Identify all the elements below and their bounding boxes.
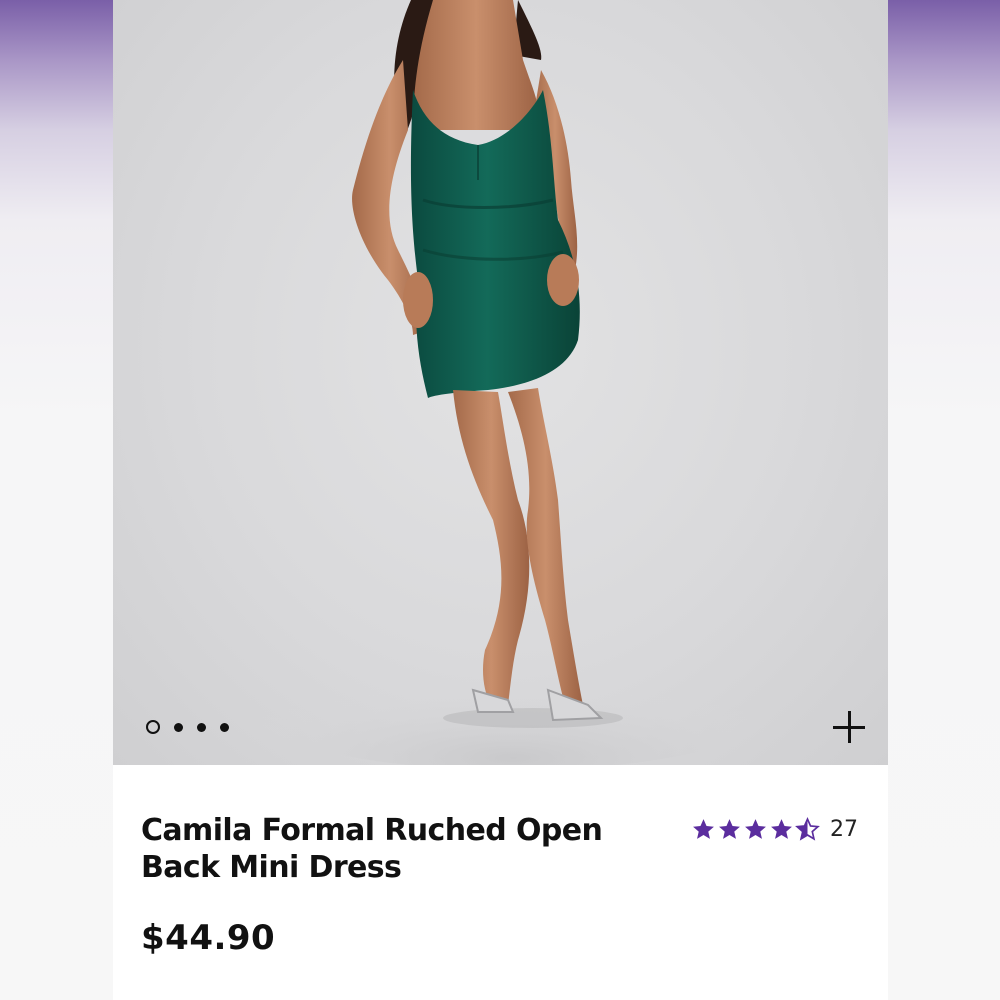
model-photo [253,0,773,765]
star-icon [771,819,792,839]
product-image[interactable] [113,0,888,765]
carousel-dot-2[interactable] [174,722,183,732]
product-price: $44.90 [141,918,276,958]
star-icon [719,819,740,839]
carousel-dot-1[interactable] [146,720,160,734]
star-icon [745,819,766,839]
product-rating[interactable]: 27 [691,817,858,842]
star-half-icon [795,817,820,841]
rating-stars [691,817,820,842]
carousel-dot-3[interactable] [197,722,206,732]
star-icon [693,819,714,839]
plus-icon[interactable] [833,711,865,743]
carousel-dot-4[interactable] [220,722,229,732]
carousel-dots [146,720,229,734]
product-title: Camila Formal Ruched Open Back Mini Dres… [141,813,603,885]
product-card: Camila Formal Ruched Open Back Mini Dres… [113,0,888,1000]
review-count: 27 [830,817,858,842]
